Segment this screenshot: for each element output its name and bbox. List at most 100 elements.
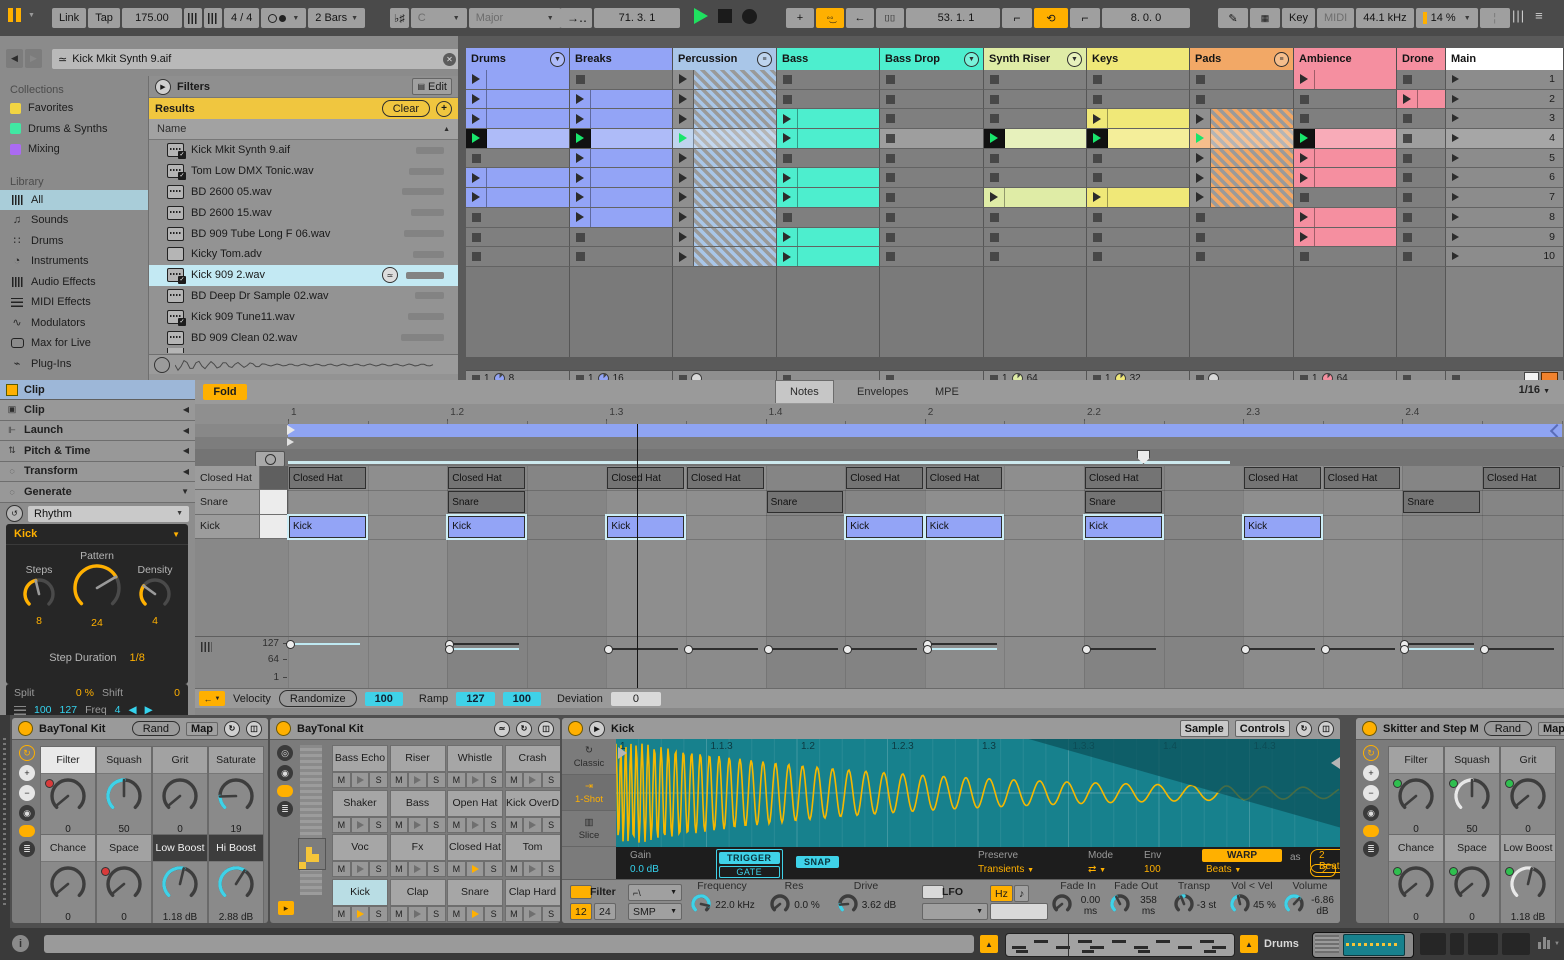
pad-play-button[interactable] xyxy=(408,816,427,833)
deviation-value[interactable]: 0 xyxy=(610,691,661,706)
clip-slot[interactable] xyxy=(673,89,777,110)
pad-play-button[interactable] xyxy=(350,772,370,788)
split-value[interactable]: 0 % xyxy=(76,687,94,699)
macro-knob-saturate[interactable]: Saturate 19 xyxy=(208,746,264,839)
map-button[interactable]: Map xyxy=(1538,721,1564,736)
pad-play-button[interactable] xyxy=(408,861,427,877)
file-row[interactable]: Kick Mkit Synth 9.aif xyxy=(149,140,458,161)
info-icon[interactable]: i xyxy=(12,935,29,952)
empty-clip-slot[interactable] xyxy=(880,70,984,90)
clip-slot[interactable] xyxy=(466,188,570,208)
clip-slot[interactable] xyxy=(673,148,777,169)
sidebar-item-all[interactable]: All xyxy=(0,189,148,210)
back-to-arrangement-button[interactable]: ← xyxy=(846,8,874,28)
preview-play-icon[interactable]: ▶ xyxy=(589,720,605,737)
drum-pad-crash[interactable]: Crash xyxy=(504,745,560,772)
session-record-button[interactable]: ⌷⌷ xyxy=(876,8,904,28)
scene-play-icon[interactable] xyxy=(1452,114,1459,123)
drum-note[interactable]: Snare xyxy=(766,491,844,514)
clip-slot[interactable] xyxy=(570,129,673,149)
second-window-icon[interactable]: ||| xyxy=(1512,8,1525,23)
pad-solo-button[interactable]: S xyxy=(369,905,389,922)
scene-play-icon[interactable] xyxy=(1452,134,1459,143)
filter-type-menu[interactable]: ⌐\ ▼ xyxy=(628,884,682,901)
device-thumbnails[interactable] xyxy=(1312,932,1414,958)
device-title[interactable]: Kick xyxy=(611,723,1174,735)
drum-note[interactable]: Closed Hat xyxy=(1323,467,1401,489)
drum-pad-bass[interactable]: Bass xyxy=(389,789,446,817)
knob-volume[interactable]: Volume -6.86 dB xyxy=(1282,880,1338,919)
punch-out-button[interactable]: ⌐ xyxy=(1070,8,1100,28)
clip-slot[interactable] xyxy=(570,207,673,228)
clip-slot[interactable] xyxy=(570,89,673,110)
device-overview-toggle[interactable]: ▲ xyxy=(1240,935,1258,953)
file-row[interactable]: BD 909 Tube Long F 06.wav xyxy=(149,223,458,244)
pad-play-button[interactable] xyxy=(465,816,485,833)
knob-transp[interactable]: Transp -3 st xyxy=(1166,880,1222,919)
clip-slot[interactable] xyxy=(570,109,673,130)
browser-search-input[interactable]: ≃ Kick Mkit Synth 9.aif ✕ xyxy=(52,49,462,69)
clip-slot[interactable] xyxy=(984,188,1087,208)
pad-mute-button[interactable]: M xyxy=(504,861,524,877)
empty-clip-slot[interactable] xyxy=(984,109,1087,130)
track-header[interactable]: Bass Drop ▼ xyxy=(880,48,984,70)
filter-source-menu[interactable]: SMP ▼ xyxy=(628,903,682,920)
pad-solo-button[interactable]: S xyxy=(426,861,446,877)
empty-clip-slot[interactable] xyxy=(570,247,673,267)
pad-play-button[interactable] xyxy=(523,905,542,922)
drum-pad-open-hat[interactable]: Open Hat xyxy=(447,789,503,817)
velocity-marker[interactable] xyxy=(1320,645,1330,655)
macro-knob-grit[interactable]: Grit 0 xyxy=(152,746,208,839)
clip-slot[interactable] xyxy=(1190,129,1294,149)
pad-solo-button[interactable]: S xyxy=(426,816,446,833)
empty-clip-slot[interactable] xyxy=(1190,89,1294,110)
scale-icon[interactable]: ♭♯ xyxy=(390,8,409,28)
clip-slot[interactable] xyxy=(777,247,880,267)
knob-res[interactable]: Res 0.0 % xyxy=(759,880,829,919)
sidebar-item-max-for-live[interactable]: Max for Live xyxy=(0,333,148,354)
knob-value[interactable]: 0.00 ms xyxy=(1075,895,1106,917)
selected-device-thumb[interactable] xyxy=(1343,934,1405,956)
empty-clip-slot[interactable] xyxy=(880,148,984,169)
save-icon[interactable]: ◫ xyxy=(1318,720,1334,737)
remove-macro-icon[interactable]: − xyxy=(1363,785,1379,801)
device-on-toggle[interactable] xyxy=(1362,721,1377,736)
pad-mute-button[interactable]: M xyxy=(332,861,351,877)
expand-icon[interactable]: ◀ xyxy=(183,446,189,455)
scene-slot[interactable]: 1 xyxy=(1446,70,1564,90)
pad-play-button[interactable] xyxy=(465,905,485,922)
empty-clip-slot[interactable] xyxy=(777,207,880,228)
pad-mute-button[interactable]: M xyxy=(332,816,351,833)
menu-icon[interactable]: ≡ xyxy=(1535,8,1543,23)
pad-play-button[interactable] xyxy=(523,861,542,877)
drum-pad-kick[interactable]: Kick xyxy=(332,878,388,906)
macro-knob-space[interactable]: Space 0 xyxy=(1444,834,1500,923)
computer-midi-keyboard-button[interactable]: ▦ xyxy=(1250,8,1280,28)
clip-slot[interactable] xyxy=(1294,227,1397,248)
filters-expand-icon[interactable]: ▶ xyxy=(155,78,171,95)
pad-solo-button[interactable]: S xyxy=(484,816,504,833)
macro-view-icon[interactable] xyxy=(1363,825,1379,837)
pad-mute-button[interactable]: M xyxy=(332,772,351,788)
empty-clip-slot[interactable] xyxy=(1397,207,1446,228)
macro-knob-filter[interactable]: Filter 0 xyxy=(40,746,96,839)
hotswap-icon[interactable]: ≃ xyxy=(494,720,510,737)
kick-note[interactable]: Kick xyxy=(844,513,925,540)
pad-page-grid[interactable] xyxy=(298,838,326,870)
clip-slot[interactable] xyxy=(466,70,570,90)
knob-value[interactable]: 358 ms xyxy=(1133,895,1164,917)
empty-clip-slot[interactable] xyxy=(1397,70,1446,90)
sidebar-collection-drums-synths[interactable]: Drums & Synths xyxy=(0,119,148,140)
scene-play-icon[interactable] xyxy=(1452,75,1459,83)
filter-toggle[interactable] xyxy=(570,885,592,899)
drum-note[interactable]: Closed Hat xyxy=(1244,467,1321,489)
drum-pad-closed-hat[interactable]: Closed Hat xyxy=(447,834,503,861)
empty-clip-slot[interactable] xyxy=(1087,70,1190,90)
empty-clip-slot[interactable] xyxy=(1294,109,1397,130)
clip-slot[interactable] xyxy=(1294,70,1397,90)
knob-fade in[interactable]: Fade In 0.00 ms xyxy=(1050,880,1106,919)
loop-length-field[interactable]: 8. 0. 0 xyxy=(1102,8,1190,28)
pad-solo-button[interactable]: S xyxy=(541,772,560,788)
empty-clip-slot[interactable] xyxy=(1087,89,1190,110)
device-on-toggle[interactable] xyxy=(568,721,583,736)
